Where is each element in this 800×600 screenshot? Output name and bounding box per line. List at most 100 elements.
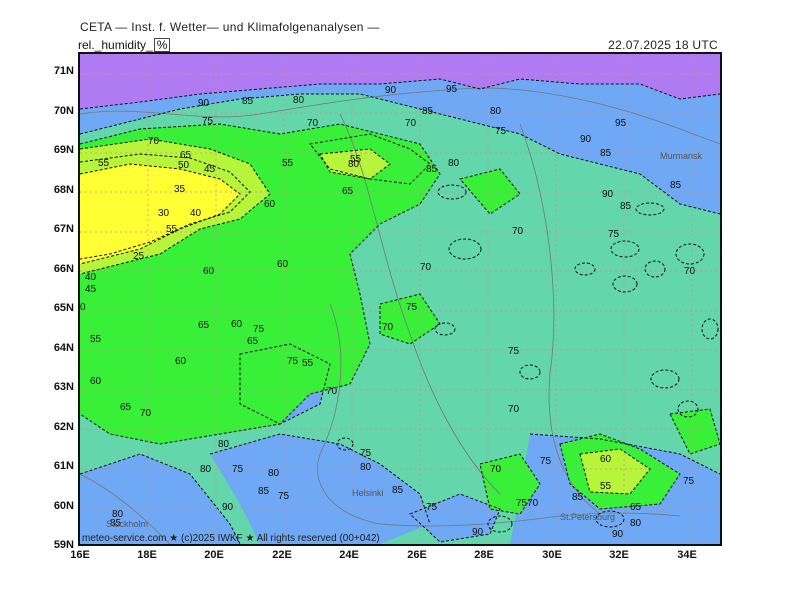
svg-text:95: 95 [446, 84, 458, 95]
svg-text:90: 90 [385, 85, 397, 96]
svg-text:75: 75 [426, 502, 438, 513]
lat-label: 67N [53, 223, 74, 235]
svg-text:70: 70 [508, 404, 520, 415]
lat-label: 60N [53, 500, 74, 512]
svg-text:75: 75 [683, 476, 695, 487]
lat-label: 68N [53, 184, 74, 196]
svg-text:75: 75 [232, 464, 244, 475]
svg-text:70: 70 [512, 226, 524, 237]
map-frame: 90 85 80 90 95 80 85 70 95 90 85 75 75 70 70 55 65 5… [78, 52, 722, 546]
lat-label: 65N [53, 302, 74, 314]
svg-text:0: 0 [80, 302, 86, 313]
svg-text:65: 65 [120, 402, 132, 413]
svg-text:75: 75 [608, 229, 620, 240]
svg-text:90: 90 [602, 189, 614, 200]
lon-label: 16E [70, 549, 90, 561]
svg-text:85: 85 [242, 96, 254, 107]
svg-text:90: 90 [580, 134, 592, 145]
lat-label: 63N [53, 381, 74, 393]
lat-label: 71N [53, 65, 74, 77]
svg-text:40: 40 [85, 272, 97, 283]
svg-text:60: 60 [90, 376, 102, 387]
svg-text:85: 85 [620, 201, 632, 212]
svg-text:85: 85 [422, 106, 434, 117]
svg-text:55: 55 [90, 334, 102, 345]
lat-label: 61N [53, 460, 74, 472]
svg-text:85: 85 [670, 180, 682, 191]
svg-text:55: 55 [302, 358, 314, 369]
svg-text:75: 75 [287, 356, 299, 367]
svg-text:60: 60 [231, 319, 243, 330]
svg-text:70: 70 [326, 386, 338, 397]
svg-text:90: 90 [612, 529, 624, 540]
lon-label: 24E [339, 549, 359, 561]
lat-label: 64N [53, 342, 74, 354]
svg-text:80: 80 [348, 159, 360, 170]
svg-text:70: 70 [490, 464, 502, 475]
svg-text:85: 85 [600, 148, 612, 159]
svg-text:70: 70 [684, 266, 696, 277]
svg-text:90: 90 [472, 527, 484, 538]
svg-text:75: 75 [360, 448, 372, 459]
svg-text:80: 80 [218, 439, 230, 450]
svg-text:75: 75 [202, 116, 214, 127]
svg-text:75: 75 [406, 302, 418, 313]
svg-text:70: 70 [420, 262, 432, 273]
svg-text:60: 60 [175, 356, 187, 367]
svg-text:65: 65 [247, 336, 259, 347]
svg-text:60: 60 [277, 259, 289, 270]
chart-title: CETA — Inst. f. Wetter— und Klimafolgena… [80, 20, 380, 34]
svg-text:30: 30 [158, 208, 170, 219]
lon-label: 26E [407, 549, 427, 561]
svg-text:70: 70 [382, 322, 394, 333]
svg-text:85: 85 [426, 164, 438, 175]
svg-text:75: 75 [508, 346, 520, 357]
unit-box: % [153, 38, 171, 52]
city-label-murmansk: Murmansk [660, 151, 703, 161]
svg-text:75: 75 [253, 324, 265, 335]
svg-text:90: 90 [198, 98, 210, 109]
svg-text:80: 80 [293, 95, 305, 106]
svg-text:60: 60 [203, 266, 215, 277]
svg-text:40: 40 [190, 208, 202, 219]
svg-text:70: 70 [405, 118, 417, 129]
svg-text:70: 70 [140, 408, 152, 419]
svg-text:70: 70 [148, 136, 160, 147]
lon-label: 30E [542, 549, 562, 561]
svg-text:7570: 7570 [516, 498, 539, 509]
svg-text:85: 85 [572, 492, 584, 503]
svg-text:45: 45 [85, 284, 97, 295]
svg-text:75: 75 [495, 126, 507, 137]
svg-text:95: 95 [615, 118, 627, 129]
svg-text:55: 55 [600, 481, 612, 492]
lat-label: 70N [53, 105, 74, 117]
svg-text:25: 25 [133, 251, 145, 262]
svg-text:60: 60 [600, 454, 612, 465]
svg-text:55: 55 [282, 158, 294, 169]
svg-text:55: 55 [166, 224, 178, 235]
svg-text:65: 65 [342, 186, 354, 197]
svg-text:75: 75 [540, 456, 552, 467]
svg-text:80: 80 [630, 518, 642, 529]
svg-text:50: 50 [178, 160, 190, 171]
lat-label: 62N [53, 421, 74, 433]
svg-text:55: 55 [98, 158, 110, 169]
svg-text:60: 60 [264, 199, 276, 210]
svg-text:80: 80 [490, 106, 502, 117]
svg-text:80: 80 [360, 462, 372, 473]
field-label: rel._humidity_% [78, 38, 171, 52]
field-name: rel._humidity_ [78, 38, 153, 52]
lon-label: 22E [272, 549, 292, 561]
svg-text:75: 75 [278, 491, 290, 502]
svg-text:65: 65 [630, 502, 642, 513]
city-label-helsinki: Helsinki [352, 488, 384, 498]
lat-label: 69N [53, 144, 74, 156]
city-label-stockholm: Stockholm [106, 519, 149, 529]
lon-label: 18E [137, 549, 157, 561]
city-label-st-petersburg: St.Petersburg [560, 512, 616, 522]
svg-text:85: 85 [392, 485, 404, 496]
lon-label: 28E [474, 549, 494, 561]
humidity-map: 90 85 80 90 9580 8570 95 908575 75 7070 55655… [80, 54, 720, 544]
svg-text:65: 65 [198, 320, 210, 331]
svg-text:80: 80 [448, 158, 460, 169]
